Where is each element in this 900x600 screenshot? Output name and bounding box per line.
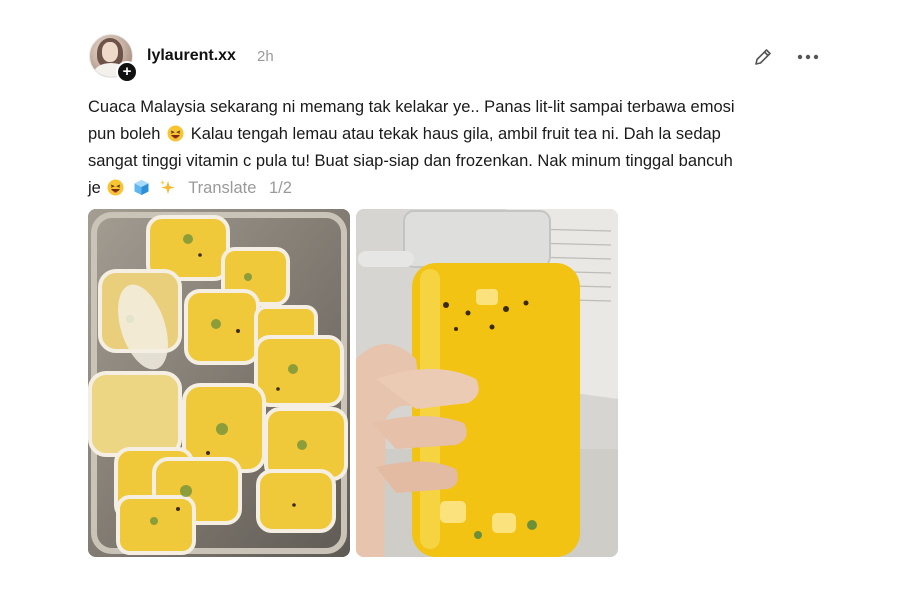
post-caption: Cuaca Malaysia sekarang ni memang tak ke… — [88, 94, 828, 202]
caption-text: pun boleh — [88, 125, 161, 143]
pencil-icon[interactable] — [752, 46, 774, 68]
laughing-face-emoji-icon — [167, 124, 184, 142]
ice-cube-emoji-icon — [133, 178, 150, 195]
ellipsis-icon[interactable] — [795, 46, 821, 68]
avatar[interactable]: + — [89, 34, 138, 83]
caption-line: je Translate 1/2 — [88, 175, 828, 202]
media-counter: 1/2 — [268, 179, 292, 197]
username[interactable]: lylaurent.xx — [147, 47, 236, 65]
laughing-face-emoji-icon — [107, 178, 124, 196]
translate-link[interactable]: Translate — [188, 179, 256, 197]
follow-plus-icon[interactable]: + — [116, 61, 138, 83]
caption-line: Cuaca Malaysia sekarang ni memang tak ke… — [88, 98, 735, 116]
sparkles-emoji-icon — [159, 178, 176, 195]
caption-line: sangat tinggi vitamin c pula tu! Buat si… — [88, 152, 733, 170]
frozen-fruit-cups-photo[interactable] — [88, 209, 350, 557]
post-timestamp: 2h — [257, 48, 274, 65]
caption-text: je — [88, 179, 101, 197]
fruit-tea-bottle-photo[interactable] — [356, 209, 618, 557]
thread-post: + lylaurent.xx 2h Cuaca Malaysia sekaran… — [0, 0, 900, 600]
caption-line: pun boleh Kalau tengah lemau atau tekak … — [88, 121, 828, 148]
caption-text: Kalau tengah lemau atau tekak haus gila,… — [190, 125, 721, 143]
